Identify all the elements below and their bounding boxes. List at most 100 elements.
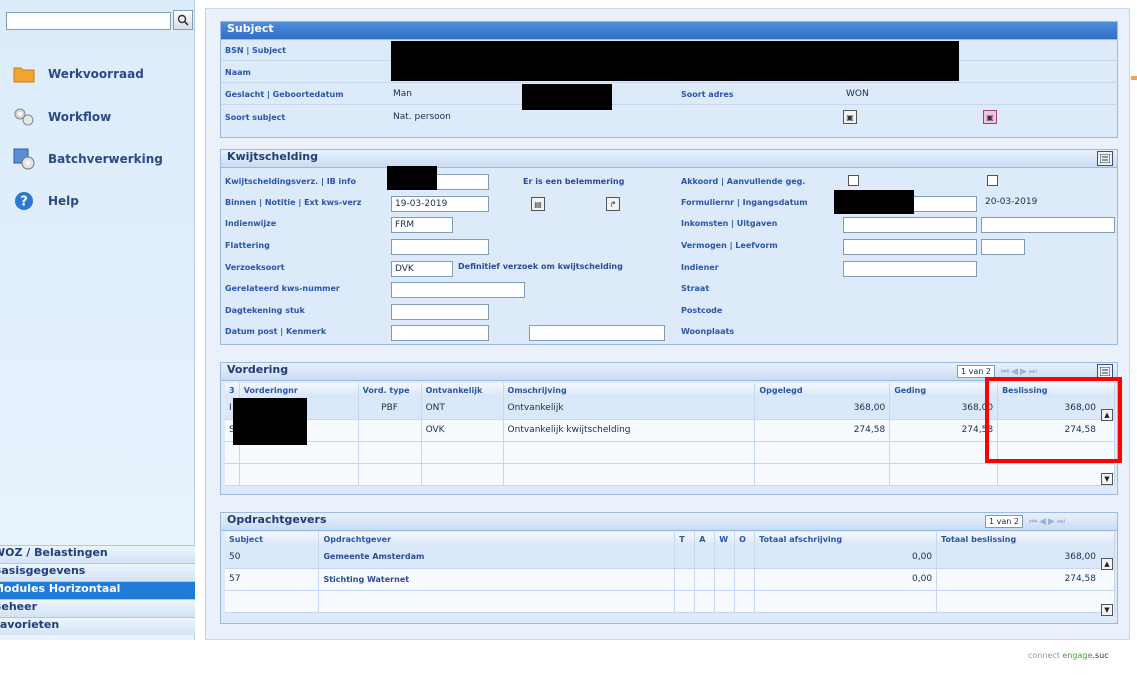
col-header[interactable]: Vorderingnr xyxy=(239,383,359,397)
geslacht-value: Man xyxy=(393,89,412,99)
col-header[interactable]: Vord. type xyxy=(358,383,422,397)
kenmerk-input[interactable] xyxy=(529,325,665,341)
binnen-date-input[interactable]: 19-03-2019 xyxy=(391,196,489,212)
col-header[interactable]: Opdrachtgever xyxy=(318,532,676,546)
nav-help[interactable]: ? Help xyxy=(12,188,79,214)
datum-post-input[interactable] xyxy=(391,325,489,341)
label-indiener: Indiener xyxy=(681,263,719,272)
menu-icon xyxy=(1100,154,1110,163)
label-indienwijze: Indienwijze xyxy=(225,219,277,228)
pager-nav-icon[interactable]: ⏮◀▶⏭ xyxy=(1029,517,1067,527)
inkomsten-input[interactable] xyxy=(843,217,977,233)
batch-icon xyxy=(12,148,36,170)
table-row xyxy=(225,441,1115,464)
cell-afschrijving: 0,00 xyxy=(754,546,938,569)
menu-modules-horizontaal[interactable]: Modules Horizontaal xyxy=(0,581,195,599)
cell-opgelegd: 274,58 xyxy=(754,419,891,442)
label-akkoord: Akkoord | Aanvullende geg. xyxy=(681,177,806,186)
ext-kws-button[interactable]: ↱ xyxy=(606,197,620,211)
opdrachtgevers-header-row: Subject Opdrachtgever T A W O Totaal afs… xyxy=(225,532,1115,546)
kwijtschelding-menu-button[interactable] xyxy=(1097,151,1113,166)
pager-nav-icon[interactable]: ⏮◀▶⏭ xyxy=(1001,367,1039,377)
opdrachtgevers-page-indicator[interactable]: 1 van 2 xyxy=(985,515,1023,528)
col-header[interactable]: Ontvankelijk xyxy=(421,383,504,397)
indienwijze-input[interactable]: FRM xyxy=(391,217,453,233)
indiener-input[interactable] xyxy=(843,261,977,277)
scroll-down-button[interactable]: ▼ xyxy=(1101,604,1113,616)
uitgaven-input[interactable] xyxy=(981,217,1115,233)
label-formuliernr: Formuliernr | Ingangsdatum xyxy=(681,198,808,207)
label-inkomsten: Inkomsten | Uitgaven xyxy=(681,219,778,228)
opdrachtgevers-panel-title: Opdrachtgevers xyxy=(221,513,1117,531)
leefvorm-input[interactable] xyxy=(981,239,1025,255)
col-header[interactable]: Opgelegd xyxy=(754,383,891,397)
table-row[interactable]: S OVK Ontvankelijk kwijtschelding 274,58… xyxy=(225,419,1115,442)
label-kws-verz: Kwijtscheldingsverz. | IB info xyxy=(225,177,356,186)
vermogen-input[interactable] xyxy=(843,239,977,255)
address-alt-button[interactable]: ▣ xyxy=(983,110,997,124)
label-geslacht: Geslacht | Geboortedatum xyxy=(225,90,344,99)
brand-part2: engage xyxy=(1059,651,1093,660)
label-datum-post: Datum post | Kenmerk xyxy=(225,327,327,336)
ingangsdatum-value: 20-03-2019 xyxy=(985,197,1038,207)
nav-help-label: Help xyxy=(48,194,79,208)
col-header[interactable]: A xyxy=(694,532,716,546)
nav-workflow[interactable]: Workflow xyxy=(12,104,111,130)
flattering-input[interactable] xyxy=(391,239,489,255)
cell-opgelegd: 368,00 xyxy=(754,397,891,420)
menu-beheer[interactable]: Beheer xyxy=(0,599,195,617)
kwijtschelding-panel: Kwijtschelding Kwijtscheldingsverz. | IB… xyxy=(220,149,1118,345)
soort-adres-value: WON xyxy=(846,89,869,99)
aanvullende-checkbox[interactable] xyxy=(987,175,998,186)
kws-ib-info-input[interactable] xyxy=(435,174,489,190)
akkoord-checkbox[interactable] xyxy=(848,175,859,186)
col-header[interactable]: T xyxy=(674,532,696,546)
col-header[interactable]: Totaal afschrijving xyxy=(754,532,938,546)
col-header[interactable]: Geding xyxy=(889,383,999,397)
notitie-button[interactable]: ▤ xyxy=(531,197,545,211)
label-straat: Straat xyxy=(681,284,710,293)
table-row[interactable]: I PBF ONT Ontvankelijk 368,00 368,00 368… xyxy=(225,397,1115,420)
scroll-up-button[interactable]: ▲ xyxy=(1101,558,1113,570)
label-soort-subject: Soort subject xyxy=(225,113,286,122)
menu-woz-belastingen[interactable]: WOZ / Belastingen xyxy=(0,545,195,563)
gerelateerd-input[interactable] xyxy=(391,282,525,298)
cell-type: PBF xyxy=(358,397,422,420)
subject-row xyxy=(221,84,1117,105)
vordering-header-row: 3 Vorderingnr Vord. type Ontvankelijk Om… xyxy=(225,383,1115,397)
subject-panel: Subject BSN | Subject Naam Geslacht | Ge… xyxy=(220,21,1118,138)
search-input[interactable] xyxy=(6,12,171,30)
help-icon: ? xyxy=(12,190,36,212)
col-header[interactable]: Totaal beslissing xyxy=(936,532,1115,546)
address-detail-button[interactable]: ▣ xyxy=(843,110,857,124)
menu-basisgegevens[interactable]: Basisgegevens xyxy=(0,563,195,581)
verzoeksoort-description: Definitief verzoek om kwijtschelding xyxy=(458,262,623,271)
menu-favorieten[interactable]: Favorieten xyxy=(0,617,195,635)
beslissing-highlight-box xyxy=(985,377,1122,463)
table-row[interactable]: 50 Gemeente Amsterdam 0,00 368,00 xyxy=(225,546,1115,569)
search-button[interactable] xyxy=(173,10,193,30)
label-dagtekening: Dagtekening stuk xyxy=(225,306,305,315)
svg-text:?: ? xyxy=(20,195,28,210)
table-row xyxy=(225,463,1115,486)
col-header[interactable]: Omschrijving xyxy=(503,383,756,397)
col-header[interactable]: O xyxy=(734,532,756,546)
col-header[interactable]: Subject xyxy=(225,532,320,546)
nav-werkvoorraad-label: Werkvoorraad xyxy=(48,67,144,81)
col-header[interactable]: 3 xyxy=(225,383,240,397)
redacted-vorderingnr xyxy=(233,398,307,445)
nav-werkvoorraad[interactable]: Werkvoorraad xyxy=(12,61,144,87)
kwijtschelding-panel-title: Kwijtschelding xyxy=(221,150,1117,168)
vordering-panel: Vordering 1 van 2 ⏮◀▶⏭ 3 Vorderingnr Vor… xyxy=(220,362,1118,495)
nav-batchverwerking[interactable]: Batchverwerking xyxy=(12,146,163,172)
table-row[interactable]: 57 Stichting Waternet 0,00 274,58 xyxy=(225,568,1115,591)
brand-part1: connect xyxy=(1028,651,1060,660)
cell-opdrachtgever: Stichting Waternet xyxy=(318,568,676,591)
col-header[interactable]: W xyxy=(714,532,736,546)
search-icon xyxy=(177,14,189,26)
scroll-down-button[interactable]: ▼ xyxy=(1101,473,1113,485)
verzoeksoort-input[interactable]: DVK xyxy=(391,261,453,277)
cell-beslissing: 274,58 xyxy=(936,568,1115,591)
dagtekening-input[interactable] xyxy=(391,304,489,320)
cell-geding: 368,00 xyxy=(889,397,999,420)
